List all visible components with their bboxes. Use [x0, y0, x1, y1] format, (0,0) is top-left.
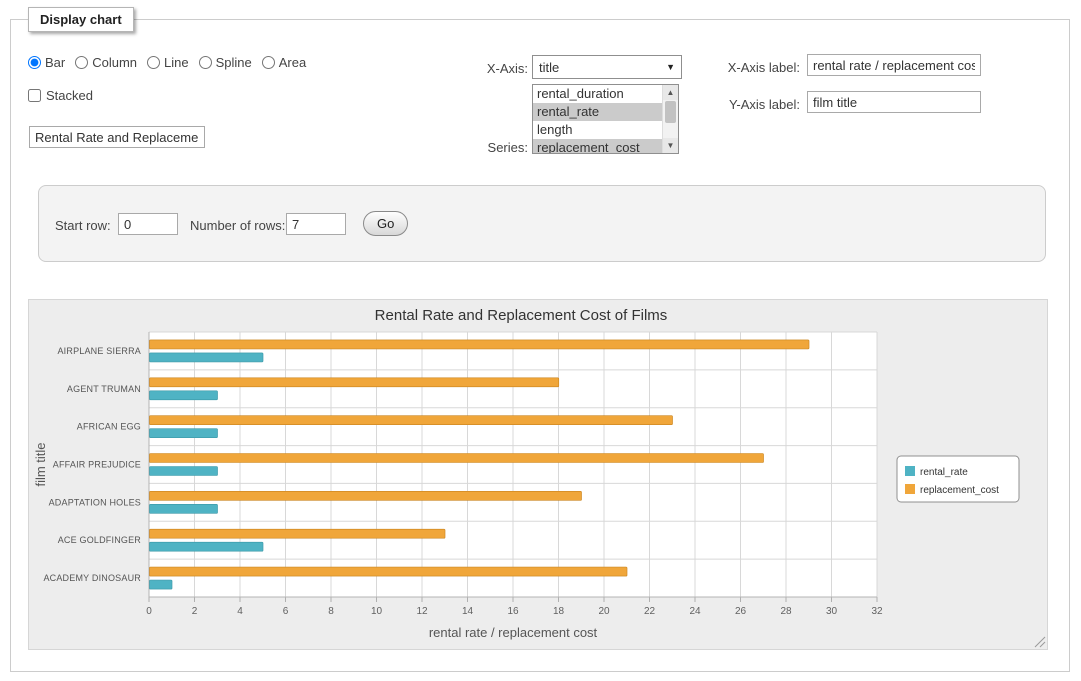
chart-type-radio-label: Spline	[216, 55, 252, 70]
chart-type-radio-label: Column	[92, 55, 137, 70]
series-option-length[interactable]: length	[533, 121, 662, 139]
x-tick-label: 28	[780, 606, 792, 617]
number-of-rows-label: Number of rows:	[190, 218, 285, 233]
xaxis-label: X-Axis:	[458, 61, 528, 76]
bar-rental_rate	[150, 542, 264, 551]
x-tick-label: 14	[462, 606, 474, 617]
category-label: ADAPTATION HOLES	[49, 497, 141, 507]
start-row-label: Start row:	[55, 218, 111, 233]
xaxis-label-label: X-Axis label:	[710, 60, 800, 75]
y-axis-title: film title	[33, 442, 48, 486]
go-button[interactable]: Go	[363, 211, 408, 236]
x-tick-label: 30	[826, 606, 838, 617]
x-tick-label: 12	[416, 606, 428, 617]
yaxis-label-input[interactable]	[807, 91, 981, 113]
category-label: ACE GOLDFINGER	[58, 535, 142, 545]
bar-replacement_cost	[150, 416, 673, 425]
start-row-input[interactable]	[118, 213, 178, 235]
x-tick-label: 6	[283, 606, 289, 617]
page: { "window": { "legend": "Display chart" …	[0, 0, 1081, 681]
series-option-replacement_cost[interactable]: replacement_cost	[533, 139, 662, 154]
x-tick-label: 18	[553, 606, 565, 617]
legend-swatch-replacement_cost[interactable]	[905, 484, 915, 494]
series-multiselect[interactable]: rental_durationrental_ratelengthreplacem…	[532, 84, 679, 154]
series-option-rental_duration[interactable]: rental_duration	[533, 85, 662, 103]
category-label: ACADEMY DINOSAUR	[43, 573, 141, 583]
series-option-list: rental_durationrental_ratelengthreplacem…	[533, 85, 662, 154]
chart-type-radio-label: Line	[164, 55, 189, 70]
chart-type-option-area[interactable]: Area	[262, 55, 306, 70]
chart-type-radio-spline[interactable]	[199, 56, 212, 69]
chart-type-radio-bar[interactable]	[28, 56, 41, 69]
chart-type-option-line[interactable]: Line	[147, 55, 189, 70]
stacked-checkbox[interactable]	[28, 89, 41, 102]
x-tick-label: 10	[371, 606, 383, 617]
scroll-up-icon[interactable]: ▲	[663, 85, 678, 100]
series-label: Series:	[458, 140, 528, 155]
legend-label-replacement_cost[interactable]: replacement_cost	[920, 485, 999, 496]
bar-replacement_cost	[150, 340, 810, 349]
chevron-down-icon: ▼	[666, 62, 675, 72]
x-tick-label: 4	[237, 606, 243, 617]
chart-type-radio-label: Bar	[45, 55, 65, 70]
xaxis-selected-value: title	[539, 60, 666, 75]
bar-replacement_cost	[150, 491, 582, 500]
scrollbar-thumb[interactable]	[665, 101, 676, 123]
chart-title-input[interactable]	[29, 126, 205, 148]
bar-replacement_cost	[150, 529, 446, 538]
legend-label-rental_rate[interactable]: rental_rate	[920, 467, 968, 478]
x-tick-label: 24	[689, 606, 701, 617]
series-option-rental_rate[interactable]: rental_rate	[533, 103, 662, 121]
bar-rental_rate	[150, 580, 173, 589]
x-tick-label: 20	[598, 606, 610, 617]
category-label: AIRPLANE SIERRA	[57, 346, 141, 356]
category-label: AFFAIR PREJUDICE	[53, 460, 141, 470]
bar-rental_rate	[150, 353, 264, 362]
x-tick-label: 2	[192, 606, 198, 617]
chart-type-option-bar[interactable]: Bar	[28, 55, 65, 70]
x-tick-label: 22	[644, 606, 656, 617]
scrollbar[interactable]: ▲ ▼	[662, 85, 678, 153]
bar-rental_rate	[150, 504, 218, 513]
legend-swatch-rental_rate[interactable]	[905, 466, 915, 476]
x-tick-label: 32	[871, 606, 883, 617]
xaxis-select[interactable]: title ▼	[532, 55, 682, 79]
number-of-rows-input[interactable]	[286, 213, 346, 235]
x-tick-label: 26	[735, 606, 747, 617]
bar-rental_rate	[150, 391, 218, 400]
x-tick-label: 16	[507, 606, 519, 617]
category-label: AFRICAN EGG	[77, 422, 141, 432]
chart-title: Rental Rate and Replacement Cost of Film…	[375, 307, 668, 324]
stacked-checkbox-row[interactable]: Stacked	[28, 88, 93, 103]
category-label: AGENT TRUMAN	[67, 384, 141, 394]
bar-rental_rate	[150, 429, 218, 438]
bar-chart: 02468101214161820222426283032AIRPLANE SI…	[29, 300, 1047, 647]
chart-type-radio-group: Bar Column Line Spline Area	[28, 55, 306, 70]
x-axis-title: rental rate / replacement cost	[429, 625, 598, 640]
resize-handle-icon[interactable]	[1034, 636, 1046, 648]
chart-type-radio-area[interactable]	[262, 56, 275, 69]
xaxis-label-input[interactable]	[807, 54, 981, 76]
bar-rental_rate	[150, 467, 218, 476]
chart-panel: 02468101214161820222426283032AIRPLANE SI…	[28, 299, 1048, 650]
chart-type-option-column[interactable]: Column	[75, 55, 137, 70]
bar-replacement_cost	[150, 567, 628, 576]
chart-type-radio-label: Area	[279, 55, 306, 70]
chart-type-radio-column[interactable]	[75, 56, 88, 69]
stacked-label: Stacked	[46, 88, 93, 103]
chart-type-radio-line[interactable]	[147, 56, 160, 69]
chart-type-option-spline[interactable]: Spline	[199, 55, 252, 70]
bar-replacement_cost	[150, 454, 764, 463]
fieldset-legend: Display chart	[28, 7, 134, 32]
yaxis-label-label: Y-Axis label:	[710, 97, 800, 112]
scroll-down-icon[interactable]: ▼	[663, 138, 678, 153]
x-tick-label: 0	[146, 606, 152, 617]
x-tick-label: 8	[328, 606, 334, 617]
bar-replacement_cost	[150, 378, 559, 387]
